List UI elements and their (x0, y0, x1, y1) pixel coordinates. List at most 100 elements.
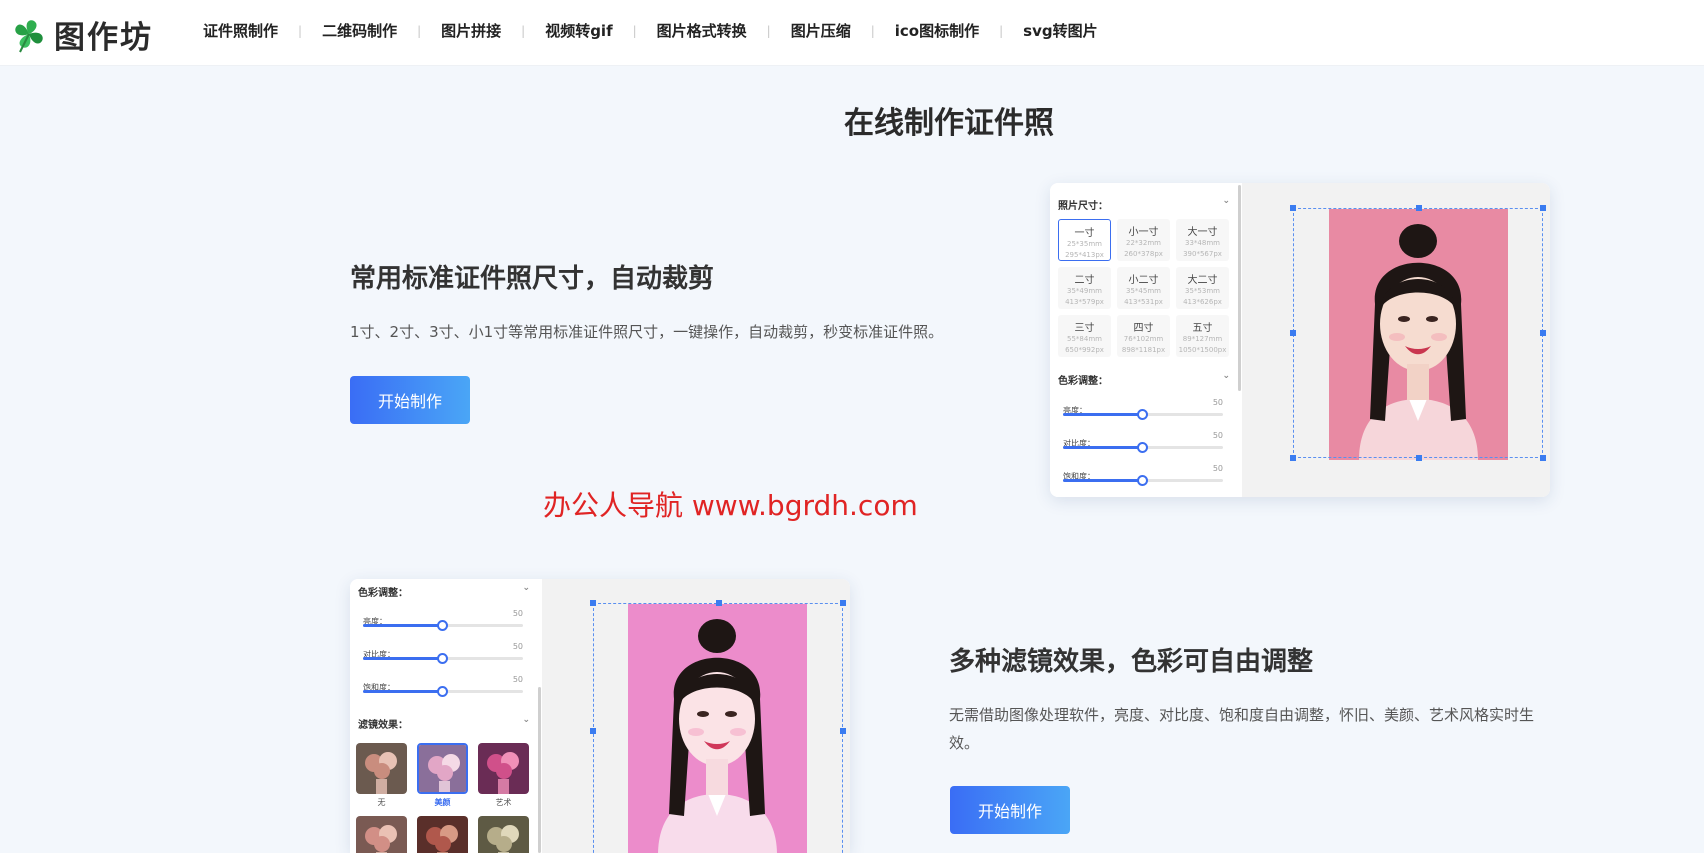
size-option[interactable]: 五寸 89*127mm 1050*1500px (1176, 315, 1229, 357)
filter-thumbnail[interactable] (478, 816, 529, 853)
sidebar-scrollbar[interactable] (1238, 185, 1241, 391)
nav-item-svg-to-image[interactable]: svg转图片 (1023, 20, 1097, 41)
filter-section-header: 滤镜效果： ⌄ (358, 715, 530, 731)
editor-sidebar: 照片尺寸： ⌄ 一寸 25*35mm 295*413px 小一寸 22*32mm 260*… (1050, 183, 1240, 497)
size-dimension: 413*531px (1124, 298, 1163, 306)
watermark-text: 办公人导航 www.bgrdh.com (543, 489, 918, 522)
crop-handle[interactable] (840, 600, 846, 606)
crop-handle[interactable] (1290, 455, 1296, 461)
size-dimension: 413*579px (1065, 298, 1104, 306)
size-dimension: 35*49mm (1067, 287, 1102, 295)
size-name: 小一寸 (1128, 227, 1159, 238)
size-dimension: 35*53mm (1185, 287, 1220, 295)
filter-thumbnail[interactable] (356, 743, 407, 794)
nav-item-ico-maker[interactable]: ico图标制作 (895, 20, 979, 41)
nav-item-compress[interactable]: 图片压缩 (791, 20, 851, 41)
top-header: 图作坊 证件照制作 | 二维码制作 | 图片拼接 | 视频转gif | 图片格式… (0, 0, 1704, 66)
size-name: 四寸 (1133, 323, 1154, 334)
chevron-down-icon[interactable]: ⌄ (1222, 196, 1230, 206)
crop-handle[interactable] (1416, 455, 1422, 461)
nav-item-format-convert[interactable]: 图片格式转换 (657, 20, 747, 41)
editor-sidebar: 色彩调整： ⌄ 亮度： 50 对比度： 50 饱和度： 50 滤镜效果： ⌄ 无… (350, 579, 540, 853)
slider-knob[interactable] (437, 653, 448, 664)
size-option[interactable]: 大一寸 33*48mm 390*567px (1176, 219, 1229, 261)
color-section-label: 色彩调整： (358, 588, 408, 599)
color-section-header: 色彩调整： ⌄ (358, 583, 530, 599)
crop-handle[interactable] (716, 600, 722, 606)
nav-item-qrcode[interactable]: 二维码制作 (322, 20, 397, 41)
filter-thumbnail[interactable] (417, 816, 468, 853)
slider-knob[interactable] (437, 686, 448, 697)
size-dimension: 35*45mm (1126, 287, 1161, 295)
size-dimension: 76*102mm (1123, 335, 1164, 343)
size-dimension: 650*992px (1065, 346, 1104, 354)
size-dimension: 1050*1500px (1178, 346, 1227, 354)
slider-knob[interactable] (437, 620, 448, 631)
slider-knob[interactable] (1137, 475, 1148, 486)
slider-value: 50 (512, 642, 523, 651)
size-editor-preview: 照片尺寸： ⌄ 一寸 25*35mm 295*413px 小一寸 22*32mm 260*… (1050, 183, 1550, 497)
page-title: 在线制作证件照 (844, 106, 1054, 141)
crop-handle[interactable] (840, 728, 846, 734)
brightness-slider[interactable]: 亮度： 50 (1063, 398, 1223, 420)
brightness-slider[interactable]: 亮度： 50 (363, 609, 523, 631)
slider-knob[interactable] (1137, 442, 1148, 453)
nav-item-image-stitch[interactable]: 图片拼接 (441, 20, 501, 41)
contrast-slider[interactable]: 对比度： 50 (363, 642, 523, 664)
crop-handle[interactable] (1290, 205, 1296, 211)
nav-item-video-to-gif[interactable]: 视频转gif (545, 20, 612, 41)
size-dimension: 898*1181px (1121, 346, 1166, 354)
start-button-2[interactable]: 开始制作 (950, 786, 1070, 834)
crop-selection-box[interactable] (590, 600, 846, 853)
chevron-down-icon[interactable]: ⌄ (1222, 371, 1230, 381)
sidebar-scrollbar[interactable] (538, 687, 541, 853)
crop-handle[interactable] (590, 728, 596, 734)
crop-selection-box[interactable] (1290, 205, 1546, 461)
saturation-slider[interactable]: 饱和度： 50 (1063, 464, 1223, 486)
filter-label: 美颜 (434, 798, 451, 807)
crop-handle[interactable] (590, 600, 596, 606)
filter-thumbnail[interactable] (417, 743, 468, 794)
size-option[interactable]: 小一寸 22*32mm 260*378px (1117, 219, 1170, 261)
crop-handle[interactable] (1540, 205, 1546, 211)
feature2-title: 多种滤镜效果，色彩可自由调整 (949, 647, 1314, 677)
crop-handle[interactable] (1540, 455, 1546, 461)
nav-separator: | (298, 23, 303, 38)
size-section-label: 照片尺寸： (1058, 201, 1108, 212)
size-dimension: 390*567px (1183, 250, 1222, 258)
size-option[interactable]: 小二寸 35*45mm 413*531px (1117, 267, 1170, 309)
saturation-slider[interactable]: 饱和度： 50 (363, 675, 523, 697)
size-option[interactable]: 三寸 55*84mm 650*992px (1058, 315, 1111, 357)
size-dimension: 55*84mm (1067, 335, 1102, 343)
contrast-slider[interactable]: 对比度： 50 (1063, 431, 1223, 453)
size-option[interactable]: 一寸 25*35mm 295*413px (1058, 219, 1111, 261)
color-section-label: 色彩调整： (1058, 376, 1108, 387)
slider-knob[interactable] (1137, 409, 1148, 420)
filter-thumbnail[interactable] (478, 743, 529, 794)
size-option[interactable]: 四寸 76*102mm 898*1181px (1117, 315, 1170, 357)
size-dimension: 22*32mm (1126, 239, 1161, 247)
filter-thumbnail[interactable] (356, 816, 407, 853)
crop-handle[interactable] (1540, 330, 1546, 336)
size-name: 二寸 (1074, 275, 1095, 286)
photo-canvas (542, 579, 850, 853)
size-option[interactable]: 二寸 35*49mm 413*579px (1058, 267, 1111, 309)
crop-handle[interactable] (1290, 330, 1296, 336)
filter-label: 艺术 (495, 798, 512, 807)
logo[interactable]: 图作坊 (12, 12, 153, 57)
chevron-down-icon[interactable]: ⌄ (522, 583, 530, 593)
size-name: 五寸 (1192, 323, 1213, 334)
size-section-header: 照片尺寸： ⌄ (1058, 196, 1230, 212)
chevron-down-icon[interactable]: ⌄ (522, 715, 530, 725)
crop-handle[interactable] (1416, 205, 1422, 211)
start-button-1[interactable]: 开始制作 (350, 376, 470, 424)
feature1-desc: 1寸、2寸、3寸、小1寸等常用标准证件照尺寸，一键操作，自动裁剪，秒变标准证件照… (350, 323, 944, 341)
nav-item-id-photo[interactable]: 证件照制作 (203, 20, 278, 41)
size-option[interactable]: 大二寸 35*53mm 413*626px (1176, 267, 1229, 309)
size-name: 小二寸 (1128, 275, 1159, 286)
size-dimension: 33*48mm (1185, 239, 1220, 247)
slider-value: 50 (1212, 464, 1223, 473)
size-name: 三寸 (1074, 323, 1095, 334)
size-dimension: 260*378px (1124, 250, 1163, 258)
slider-value: 50 (1212, 398, 1223, 407)
